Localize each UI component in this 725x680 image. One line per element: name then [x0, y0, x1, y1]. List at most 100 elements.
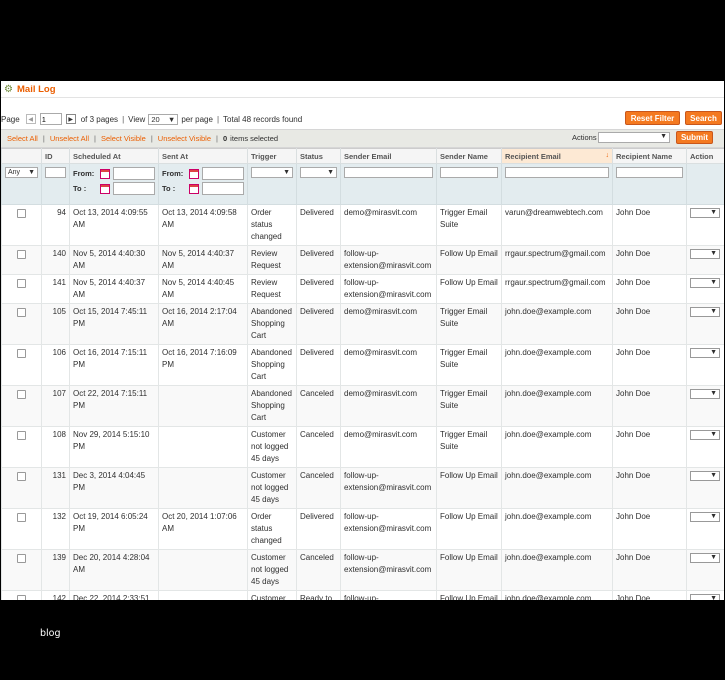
table-row[interactable]: 142Dec 22, 2014 2:33:51 AM Customer not l… [1, 590, 724, 600]
row-action-select[interactable]: ▼ [690, 512, 720, 522]
cell-sent-at [158, 549, 248, 591]
cell-scheduled-at: Dec 22, 2014 2:33:51 AM [69, 590, 159, 600]
cell-sent-at: Nov 5, 2014 4:40:37 AM [158, 245, 248, 275]
row-action-select[interactable]: ▼ [690, 249, 720, 259]
unselect-all-link[interactable]: Unselect All [50, 134, 89, 143]
actions-select[interactable]: ▼ [598, 132, 670, 143]
row-action-select[interactable]: ▼ [690, 389, 720, 399]
filter-cell: ▼ [247, 163, 297, 205]
scheduled-to-input[interactable] [113, 182, 155, 195]
cell-trigger: Abandoned Shopping Cart [247, 385, 297, 427]
row-checkbox[interactable] [17, 209, 26, 218]
chevron-down-icon: ▼ [710, 513, 717, 520]
trigger-filter-select[interactable]: ▼ [251, 167, 293, 178]
total-records: Total 48 records found [223, 114, 303, 124]
column-header-trigger[interactable]: Trigger [247, 148, 297, 164]
row-checkbox[interactable] [17, 513, 26, 522]
row-action-select[interactable]: ▼ [690, 208, 720, 218]
cell-sent-at [158, 385, 248, 427]
row-action-select[interactable]: ▼ [690, 348, 720, 358]
column-header-scheduled-at[interactable]: Scheduled At [69, 148, 159, 164]
recipient-email-filter-input[interactable] [505, 167, 609, 178]
calendar-icon[interactable] [189, 168, 199, 179]
cell-action: ▼ [686, 549, 724, 591]
grid-body: 94 Oct 13, 2014 4:09:55 AM Oct 13, 2014 4:… [1, 204, 724, 600]
sender-name-filter-input[interactable] [440, 167, 498, 178]
column-header-sender-email[interactable]: Sender Email [340, 148, 437, 164]
table-row[interactable]: 132 Oct 19, 2014 6:05:24 PM Oct 20, 2014 1… [1, 508, 724, 550]
cell-checkbox [1, 274, 42, 304]
cell-sender-name: Trigger Email Suite [436, 303, 502, 345]
row-checkbox[interactable] [17, 349, 26, 358]
column-header-sent-at[interactable]: Sent At [158, 148, 248, 164]
table-row[interactable]: 140 Nov 5, 2014 4:40:30 AM Nov 5, 2014 4:4… [1, 245, 724, 275]
calendar-icon[interactable] [100, 183, 110, 194]
table-row[interactable]: 94 Oct 13, 2014 4:09:55 AM Oct 13, 2014 4:… [1, 204, 724, 246]
cell-id: 107 [41, 385, 70, 427]
id-filter-input[interactable] [45, 167, 66, 178]
cell-trigger: Customer not logged 45 days [247, 590, 297, 600]
cell-action: ▼ [686, 204, 724, 246]
filter-cell: Any ▼ [1, 163, 42, 205]
table-row[interactable]: 105 Oct 15, 2014 7:45:11 PM Oct 16, 2014 2… [1, 303, 724, 345]
cell-recipient-email: rrgaur.spectrum@gmail.com [501, 274, 613, 304]
unselect-visible-link[interactable]: Unselect Visible [158, 134, 211, 143]
to-label: To : [73, 184, 87, 193]
row-checkbox[interactable] [17, 554, 26, 563]
row-checkbox[interactable] [17, 390, 26, 399]
row-checkbox[interactable] [17, 431, 26, 440]
column-header-recipient-email[interactable]: Recipient Email ↓ [501, 148, 613, 164]
next-page-icon[interactable]: ▶ [65, 114, 76, 124]
search-button[interactable]: Search [685, 111, 722, 125]
select-visible-link[interactable]: Select Visible [101, 134, 146, 143]
sent-to-input[interactable] [202, 182, 244, 195]
sent-from-input[interactable] [202, 167, 244, 180]
column-header-sender-name[interactable]: Sender Name [436, 148, 502, 164]
from-label: From: [73, 169, 95, 178]
column-header-recipient-name[interactable]: Recipient Name [612, 148, 687, 164]
prev-page-icon[interactable]: ◀ [25, 114, 36, 124]
row-checkbox[interactable] [17, 595, 26, 600]
filter-cell [686, 163, 724, 205]
recipient-name-filter-input[interactable] [616, 167, 683, 178]
row-checkbox[interactable] [17, 279, 26, 288]
table-row[interactable]: 131 Dec 3, 2014 4:04:45 PM Customer not lo… [1, 467, 724, 509]
table-row[interactable]: 106 Oct 16, 2014 7:15:11 PM Oct 16, 2014 7… [1, 344, 724, 386]
row-checkbox[interactable] [17, 250, 26, 259]
scheduled-from-input[interactable] [113, 167, 155, 180]
row-action-select[interactable]: ▼ [690, 430, 720, 440]
column-header-status[interactable]: Status [296, 148, 341, 164]
status-filter-select[interactable]: ▼ [300, 167, 337, 178]
row-action-select[interactable]: ▼ [690, 307, 720, 317]
cell-sent-at: Nov 5, 2014 4:40:45 AM [158, 274, 248, 304]
page-input[interactable] [39, 113, 62, 125]
table-row[interactable]: 141 Nov 5, 2014 4:40:37 AM Nov 5, 2014 4:4… [1, 274, 724, 304]
row-action-select[interactable]: ▼ [690, 553, 720, 563]
reset-filter-button[interactable]: Reset Filter [625, 111, 680, 125]
cell-checkbox [1, 426, 42, 468]
cell-id: 94 [41, 204, 70, 246]
cell-checkbox [1, 385, 42, 427]
row-action-select[interactable]: ▼ [690, 471, 720, 481]
table-row[interactable]: 139 Dec 20, 2014 4:28:04 AM Customer not l… [1, 549, 724, 591]
calendar-icon[interactable] [189, 183, 199, 194]
row-checkbox[interactable] [17, 308, 26, 317]
column-header-id[interactable]: ID [41, 148, 70, 164]
table-row[interactable]: 107 Oct 22, 2014 7:15:11 PM Abandoned Shop… [1, 385, 724, 427]
calendar-icon[interactable] [100, 168, 110, 179]
row-action-select[interactable]: ▼ [690, 594, 720, 600]
select-all-link[interactable]: Select All [7, 134, 38, 143]
table-row[interactable]: 108 Nov 29, 2014 5:15:10 PM Customer not l… [1, 426, 724, 468]
chevron-down-icon: ▼ [710, 349, 717, 356]
actions-label: Actions [572, 133, 597, 142]
per-page-select[interactable]: 20 ▼ [148, 113, 179, 125]
row-checkbox[interactable] [17, 472, 26, 481]
checkbox-filter-select[interactable]: Any ▼ [5, 167, 38, 178]
column-header-action: Action [686, 148, 724, 164]
submit-button[interactable]: Submit [676, 131, 713, 144]
cell-status: Canceled [296, 426, 341, 468]
sender-email-filter-input[interactable] [344, 167, 433, 178]
row-action-select[interactable]: ▼ [690, 278, 720, 288]
cell-sent-at: Oct 16, 2014 2:17:04 AM [158, 303, 248, 345]
cell-recipient-name: John Doe [612, 549, 687, 591]
